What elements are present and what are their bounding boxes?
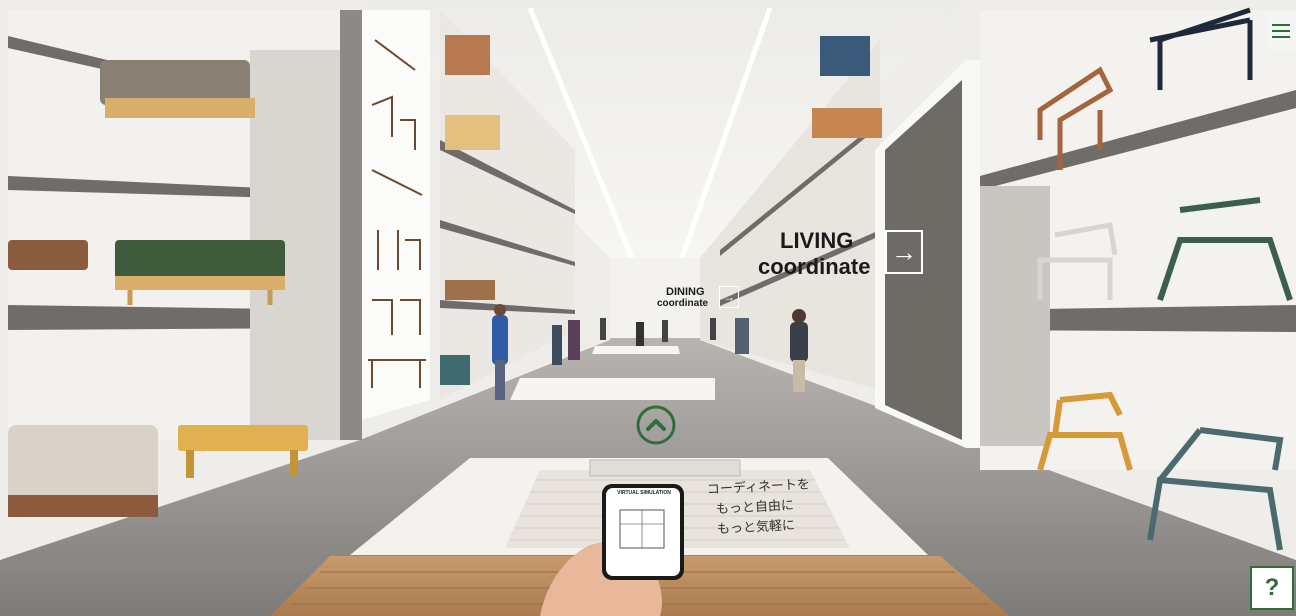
dining-coordinate-subtitle[interactable]: coordinate <box>657 298 708 309</box>
phone-screen-title: VIRTUAL SIMULATION <box>617 490 671 496</box>
left-pillar-face <box>340 10 362 440</box>
chair-left-edge <box>8 240 88 270</box>
help-button[interactable]: ? <box>1250 566 1294 610</box>
phone-mockup[interactable] <box>600 482 686 582</box>
chevron-up-icon <box>646 419 666 431</box>
living-coordinate-title[interactable]: LIVING <box>780 228 853 254</box>
dining-coordinate-title[interactable]: DINING <box>666 286 705 298</box>
floor-mat-far <box>592 346 680 354</box>
sofa-green <box>115 240 285 280</box>
move-forward-button[interactable] <box>635 404 677 446</box>
floor-mat-mid <box>510 378 715 400</box>
right-pillar <box>980 186 1050 446</box>
menu-button[interactable] <box>1266 10 1296 52</box>
living-coordinate-subtitle[interactable]: coordinate <box>758 254 870 280</box>
catalog-panel <box>362 10 430 420</box>
dining-enter-arrow-icon[interactable]: → <box>719 286 739 308</box>
living-enter-arrow-icon[interactable]: → <box>885 230 923 274</box>
bench-yellow <box>178 425 308 451</box>
hamburger-icon <box>1272 24 1290 38</box>
floor-banner-text: コーディネートを もっと自由に もっと気軽に <box>707 475 813 540</box>
